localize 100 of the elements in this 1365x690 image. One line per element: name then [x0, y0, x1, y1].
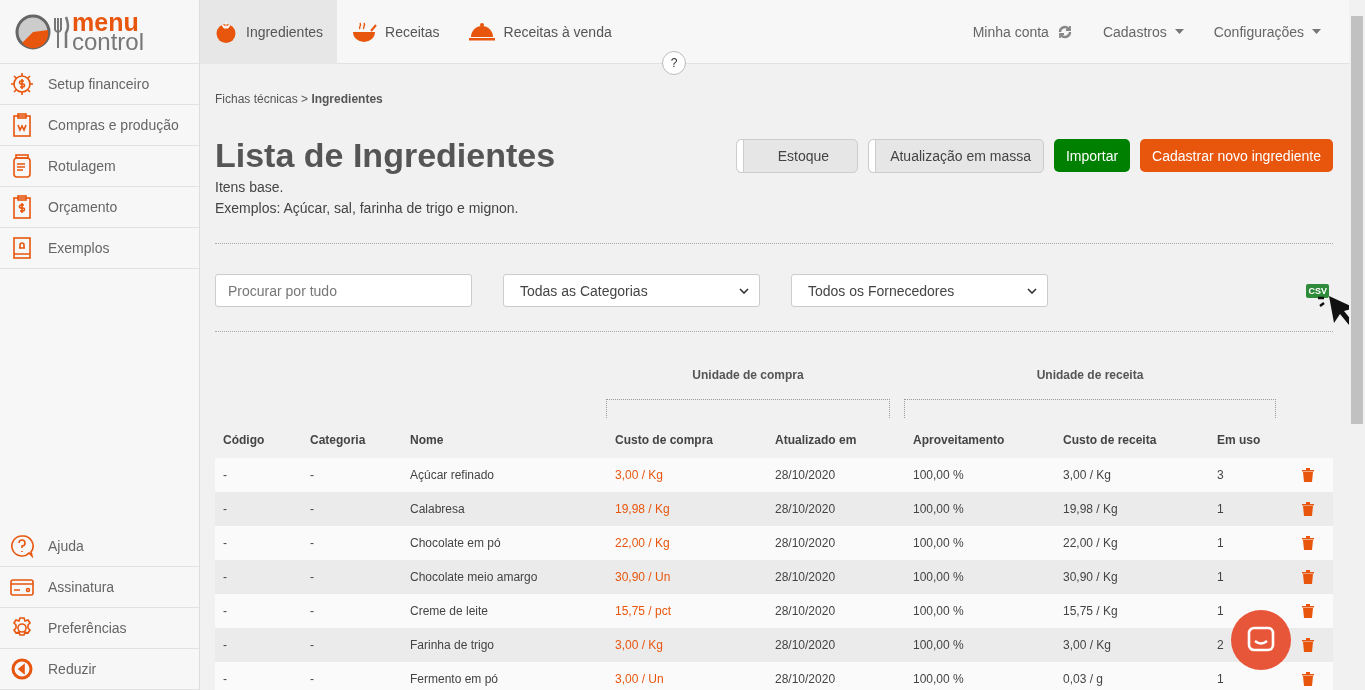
- column-header: Categoria: [310, 433, 367, 447]
- table-row[interactable]: - - Farinha de trigo 3,00 / Kg 28/10/2020 100,00 % 3,00 / Kg 2: [215, 628, 1333, 662]
- table-row[interactable]: - - Creme de leite 15,75 / pct 28/10/2020 100,00 % 15,75 / Kg 1: [215, 594, 1333, 628]
- nav-tab[interactable]: Ingredientes: [200, 0, 338, 64]
- table-row[interactable]: - - Chocolate meio amargo 30,90 / Un 28/10/2020 100,00 % 30,90 / Kg 1: [215, 560, 1333, 594]
- logo[interactable]: menu control: [0, 0, 199, 64]
- caret-icon: [1312, 29, 1321, 34]
- table-row[interactable]: - - Fermento em pó 3,00 / Un 28/10/2020 100,00 % 0,03 / g 1: [215, 662, 1333, 690]
- sidebar-item[interactable]: Exemplos: [0, 228, 199, 269]
- table-cell-text: 22,00 / Kg: [1063, 536, 1119, 550]
- table-cell-text: 3,00 / Kg: [1063, 638, 1113, 652]
- column-header: Custo de compra: [615, 433, 714, 447]
- table-cell-text: 3,00 / Un: [615, 672, 665, 686]
- table-cell-text: 28/10/2020: [775, 638, 837, 652]
- add-ingredient-button[interactable]: Cadastrar novo ingrediente: [1140, 139, 1333, 172]
- table-cell-text: 0,03 / g: [1063, 672, 1105, 686]
- sidebar-item[interactable]: Assinatura: [0, 567, 199, 608]
- table-cell-text: -: [310, 672, 315, 686]
- table-cell-text: -: [223, 468, 228, 482]
- table-cell-text: -: [223, 536, 228, 550]
- sidebar-item[interactable]: Reduzir: [0, 649, 199, 690]
- trash-icon[interactable]: [1302, 638, 1314, 652]
- table-cell-text: Creme de leite: [410, 604, 490, 618]
- table-cell-text: 28/10/2020: [775, 468, 837, 482]
- table-cell-text: 100,00 %: [913, 604, 965, 618]
- supplier-select[interactable]: Todos os Fornecedores: [791, 274, 1048, 307]
- page-title: Lista de Ingredientes: [215, 136, 556, 175]
- tomato-icon: [214, 20, 238, 43]
- menu-icon: [10, 235, 34, 261]
- breadcrumb: Fichas técnicas > Ingredientes: [215, 92, 384, 106]
- table-cell-text: -: [310, 570, 315, 584]
- table-cell-text: Chocolate em pó: [410, 536, 502, 550]
- chat-icon: [1247, 626, 1275, 654]
- category-select[interactable]: Todas as Categorias: [503, 274, 760, 307]
- menu-icon: [10, 71, 34, 97]
- column-header: Custo de receita: [1063, 433, 1158, 447]
- column-header: Atualizado em: [775, 433, 858, 447]
- menu-link[interactable]: Minha conta: [972, 23, 1073, 40]
- logo-text: control: [72, 31, 145, 51]
- trash-icon[interactable]: [1302, 672, 1314, 686]
- table-cell-text: 30,90 / Kg: [1063, 570, 1119, 584]
- trash-icon[interactable]: [1302, 536, 1314, 550]
- menu-link[interactable]: Cadastros: [1102, 23, 1184, 40]
- column-header: Em uso: [1217, 433, 1262, 447]
- trash-icon[interactable]: [1302, 570, 1314, 584]
- table-cell-text: 30,90 / Un: [615, 570, 672, 584]
- sidebar-item[interactable]: Compras e produção: [0, 105, 199, 146]
- help-button[interactable]: ?: [662, 51, 686, 75]
- trash-icon[interactable]: [1302, 468, 1314, 482]
- caret-icon: [1174, 29, 1184, 34]
- table-cell-text: 100,00 %: [913, 468, 965, 482]
- column-header: Aproveitamento: [913, 433, 1006, 447]
- menu-link[interactable]: Configurações: [1213, 23, 1321, 40]
- table-cell-text: 3: [1217, 468, 1225, 482]
- table-cell-text: Açúcar refinado: [410, 468, 496, 482]
- table-row[interactable]: - - Calabresa 19,98 / Kg 28/10/2020 100,00 % 19,98 / Kg 1: [215, 492, 1333, 526]
- help-icon: [10, 534, 34, 558]
- sidebar-item[interactable]: Rotulagem: [0, 146, 199, 187]
- trash-icon[interactable]: [1302, 502, 1314, 516]
- table-row[interactable]: - - Chocolate em pó 22,00 / Kg 28/10/2020 100,00 % 22,00 / Kg 1: [215, 526, 1333, 560]
- sidebar-item[interactable]: Setup financeiro: [0, 64, 199, 105]
- column-group-header: Unidade de compra: [692, 368, 804, 382]
- table-cell-text: Farinha de trigo: [410, 638, 496, 652]
- sidebar-item[interactable]: Orçamento: [0, 187, 199, 228]
- nav-tab[interactable]: Receitas à venda: [453, 0, 626, 64]
- description-text: Itens base.: [215, 178, 285, 197]
- table-cell-text: 100,00 %: [913, 536, 965, 550]
- table-cell-text: 28/10/2020: [775, 604, 837, 618]
- table-cell-text: 28/10/2020: [775, 672, 837, 686]
- table-cell-text: 1: [1217, 502, 1225, 516]
- logo-text: menu: [72, 12, 139, 32]
- csv-export-button[interactable]: CSV: [1306, 283, 1329, 298]
- table-cell-text: 22,00 / Kg: [615, 536, 671, 550]
- table-cell-text: 3,00 / Kg: [615, 638, 665, 652]
- table-cell-text: -: [223, 672, 228, 686]
- column-group-header: Unidade de receita: [1036, 368, 1144, 382]
- table-cell-text: Chocolate meio amargo: [410, 570, 539, 584]
- cloche-icon: [467, 21, 496, 42]
- nav-tab[interactable]: Receitas: [337, 0, 454, 64]
- sync-icon: [1056, 23, 1073, 40]
- toggle-button[interactable]: Estoque: [735, 138, 859, 173]
- table-cell-text: 19,98 / Kg: [1063, 502, 1119, 516]
- table-cell-text: Calabresa: [410, 502, 466, 516]
- toggle-button[interactable]: Atualização em massa: [868, 138, 1044, 173]
- collapse-icon: [10, 657, 34, 681]
- sidebar-item[interactable]: Preferências: [0, 608, 199, 649]
- table-cell-text: Fermento em pó: [410, 672, 500, 686]
- search-field[interactable]: Procurar por tudo: [215, 274, 472, 307]
- sidebar-item[interactable]: Ajuda: [0, 526, 199, 567]
- import-button[interactable]: Importar: [1054, 139, 1131, 172]
- table-cell-text: 100,00 %: [913, 570, 965, 584]
- table-cell-text: -: [310, 638, 315, 652]
- table-cell-text: 15,75 / pct: [615, 604, 673, 618]
- table-cell-text: -: [223, 638, 228, 652]
- table-cell-text: -: [223, 502, 228, 516]
- table-row[interactable]: - - Açúcar refinado 3,00 / Kg 28/10/2020 100,00 % 3,00 / Kg 3: [215, 458, 1333, 492]
- menu-icon: [10, 112, 34, 138]
- trash-icon[interactable]: [1302, 604, 1314, 618]
- chevron-down-icon: [739, 287, 749, 294]
- table-cell-text: 28/10/2020: [775, 502, 837, 516]
